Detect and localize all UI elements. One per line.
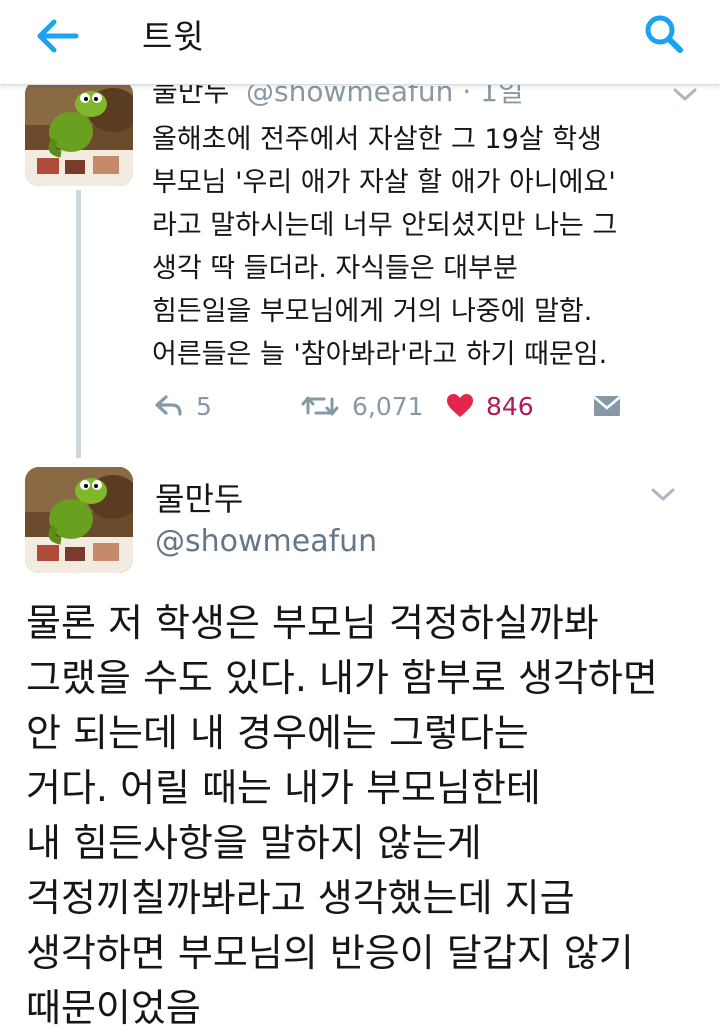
reply-button[interactable]: 5 (154, 386, 212, 426)
tweet-text-line: 그랬을 수도 있다. 내가 함부로 생각하면 (26, 656, 658, 700)
tweet-text-line: 때문이었음 (26, 986, 201, 1030)
author-name[interactable]: 물만두 (155, 474, 243, 520)
avatar[interactable] (25, 467, 133, 573)
tweet-text-line: 안 되는데 내 경우에는 그렇다는 (26, 711, 529, 755)
tweet-menu-button[interactable] (672, 86, 698, 108)
tweet-text: 올해초에 전주에서 자살한 그 19살 학생 부모님 '우리 애가 자살 할 애… (152, 118, 712, 376)
page-title: 트윗 (142, 17, 205, 56)
direct-message-button[interactable] (592, 386, 622, 426)
tweet-text-line: 올해초에 전주에서 자살한 그 19살 학생 (152, 124, 602, 155)
tweet-text-line: 생각 딱 들더라. 자식들은 대부분 (152, 253, 518, 284)
chevron-down-icon (651, 488, 675, 501)
reply-icon (155, 395, 182, 416)
chevron-down-icon (673, 88, 697, 101)
search-button[interactable] (636, 8, 692, 60)
retweet-button[interactable]: 6,071 (300, 386, 424, 426)
retweet-icon (301, 396, 339, 416)
tweet-text-line: 부모님 '우리 애가 자살 할 애가 아니에요' (152, 167, 616, 198)
back-arrow-icon (37, 19, 79, 53)
search-icon (645, 15, 683, 53)
retweet-count: 6,071 (352, 391, 424, 421)
tweet-text-line: 걱정끼칠까봐라고 생각했는데 지금 (26, 876, 575, 920)
reply-count: 5 (196, 391, 212, 421)
kermit-avatar-image (25, 80, 133, 186)
author-handle[interactable]: @showmeafun (155, 524, 377, 559)
tweet-text-line: 힘든일을 부모님에게 거의 나중에 말함. (152, 296, 593, 327)
direct-message-icon (593, 396, 621, 416)
tweet-text-line: 거다. 어릴 때는 내가 부모님한테 (26, 766, 541, 810)
back-button[interactable] (32, 12, 88, 60)
tweet-menu-button[interactable] (650, 486, 676, 508)
tweet-text-line: 어른들은 늘 '참아봐라'라고 하기 때문임. (152, 339, 608, 370)
kermit-avatar-image (25, 467, 133, 573)
tweet-text-line: 생각하면 부모님의 반응이 달갑지 않기 (26, 931, 634, 975)
tweet-text-line: 라고 말하시는데 너무 안되셨지만 나는 그 (152, 210, 618, 241)
thread-connector (76, 190, 81, 458)
tweet-text-line: 물론 저 학생은 부모님 걱정하실까봐 (26, 601, 599, 645)
tweet-text-line: 내 힘든사항을 말하지 않는게 (26, 821, 482, 865)
avatar[interactable] (25, 80, 133, 186)
tweet-text: 물론 저 학생은 부모님 걱정하실까봐 그랬을 수도 있다. 내가 함부로 생각… (26, 596, 716, 1036)
top-app-bar: 트윗 (0, 0, 720, 85)
like-button[interactable]: 846 (446, 386, 534, 426)
heart-icon (447, 394, 473, 417)
like-count: 846 (486, 391, 534, 421)
